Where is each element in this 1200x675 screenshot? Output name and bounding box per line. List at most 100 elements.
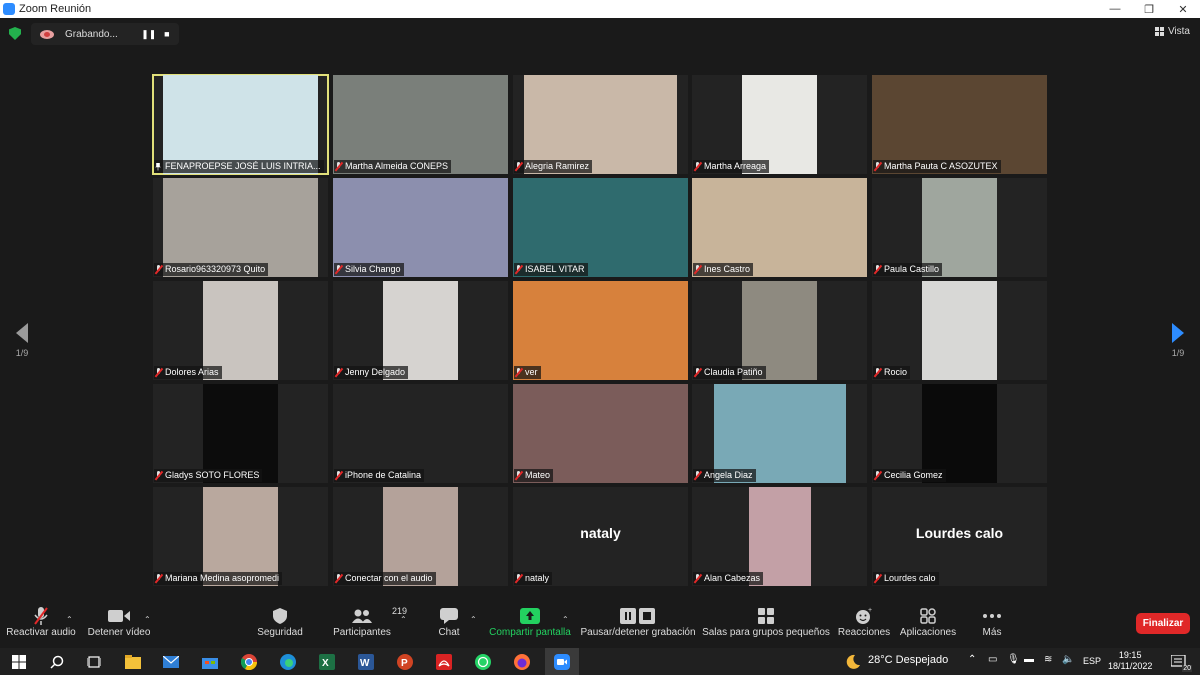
participant-tile[interactable]: Martha Arreaga: [692, 75, 867, 174]
chevron-up-icon[interactable]: ⌃: [470, 615, 477, 624]
firefox-icon[interactable]: [513, 653, 531, 671]
windows-start-icon[interactable]: [10, 653, 28, 671]
stop-video-button[interactable]: Detener vídeo ⌃: [87, 605, 151, 638]
participant-tile[interactable]: ISABEL VITAR: [513, 178, 688, 277]
microphone-muted-icon: [155, 368, 162, 377]
reactions-button[interactable]: + Reacciones: [838, 605, 890, 638]
end-meeting-button[interactable]: Finalizar: [1136, 613, 1190, 634]
participant-tile[interactable]: Gladys SOTO FLORES: [153, 384, 328, 483]
participant-name-label: Silvia Chango: [334, 263, 404, 276]
previous-page-button[interactable]: 1/9: [10, 323, 34, 358]
more-dots-icon: [983, 605, 1001, 627]
participant-name-label: Martha Arreaga: [693, 160, 770, 173]
participant-tile[interactable]: nataly nataly: [513, 487, 688, 586]
share-screen-label: Compartir pantalla: [489, 627, 571, 638]
stop-recording-icon[interactable]: ■: [158, 25, 176, 43]
unmute-audio-label: Reactivar audio: [6, 627, 76, 638]
participant-tile[interactable]: Alan Cabezas: [692, 487, 867, 586]
chevron-up-icon[interactable]: ⌃: [400, 615, 407, 624]
microphone-muted-icon: [874, 574, 881, 583]
meeting-area: Grabando... ❚❚ ■ Vista 1/9 1/9 FENAPROEP…: [0, 18, 1200, 602]
microphone-muted-icon: [335, 265, 342, 274]
participant-tile[interactable]: Cecilia Gomez: [872, 384, 1047, 483]
zoom-taskbar-icon[interactable]: [545, 648, 579, 675]
file-explorer-icon[interactable]: [124, 653, 142, 671]
display-icon[interactable]: ▭: [988, 654, 997, 665]
participant-tile[interactable]: Rosario963320973 Quito: [153, 178, 328, 277]
participant-tile[interactable]: Silvia Chango: [333, 178, 508, 277]
participant-tile[interactable]: Martha Almeida CONEPS: [333, 75, 508, 174]
participants-icon: 219: [352, 605, 407, 627]
view-button[interactable]: Vista: [1154, 26, 1190, 37]
battery-icon[interactable]: ▬: [1024, 654, 1034, 665]
participant-tile[interactable]: Jenny Delgado: [333, 281, 508, 380]
pause-stop-recording-button[interactable]: Pausar/detener grabación: [580, 605, 696, 638]
participant-tile[interactable]: iPhone de Catalina: [333, 384, 508, 483]
chevron-up-icon[interactable]: ⌃: [968, 654, 976, 665]
svg-text:W: W: [360, 658, 370, 669]
powerpoint-icon[interactable]: P: [396, 653, 414, 671]
participant-tile[interactable]: Claudia Patiño: [692, 281, 867, 380]
notification-center-icon[interactable]: 20: [1168, 653, 1192, 672]
stop-video-label: Detener vídeo: [87, 627, 151, 638]
security-button[interactable]: Seguridad: [254, 605, 306, 638]
chevron-up-icon[interactable]: ⌃: [144, 615, 151, 624]
close-button[interactable]: ✕: [1166, 3, 1200, 16]
acrobat-icon[interactable]: [435, 653, 453, 671]
minimize-button[interactable]: —: [1098, 3, 1132, 16]
edge-icon[interactable]: [279, 653, 297, 671]
microphone-muted-icon: [515, 368, 522, 377]
participant-name-label: Rocio: [873, 366, 911, 379]
pause-recording-icon[interactable]: ❚❚: [140, 25, 158, 43]
chevron-up-icon[interactable]: ⌃: [66, 615, 73, 624]
participant-tile[interactable]: FENAPROEPSE JOSÉ LUIS INTRIA...: [152, 74, 329, 175]
smiley-icon: +: [855, 605, 873, 627]
participant-tile[interactable]: Mariana Medina asopromedi: [153, 487, 328, 586]
participant-tile[interactable]: Lourdes calo Lourdes calo: [872, 487, 1047, 586]
more-button[interactable]: Más: [981, 605, 1003, 638]
whatsapp-icon[interactable]: [474, 653, 492, 671]
unmute-audio-button[interactable]: Reactivar audio ⌃: [6, 605, 76, 638]
participant-tile[interactable]: ver: [513, 281, 688, 380]
mail-icon[interactable]: [162, 653, 180, 671]
participant-name-label: Alan Cabezas: [693, 572, 764, 585]
participant-tile[interactable]: Alegria Ramirez: [513, 75, 688, 174]
chat-button[interactable]: Chat ⌃: [434, 605, 477, 638]
maximize-button[interactable]: ❐: [1132, 3, 1166, 16]
breakout-rooms-button[interactable]: Salas para grupos pequeños: [702, 605, 830, 638]
pause-stop-recording-label: Pausar/detener grabación: [580, 627, 696, 638]
participant-name-label: Conectar con el audio: [334, 572, 436, 585]
participant-tile[interactable]: Paula Castillo: [872, 178, 1047, 277]
participant-tile[interactable]: Martha Pauta C ASOZUTEX: [872, 75, 1047, 174]
participant-tile[interactable]: Ines Castro: [692, 178, 867, 277]
microphone-muted-icon: [515, 265, 522, 274]
participant-tile[interactable]: Mateo: [513, 384, 688, 483]
task-view-icon[interactable]: [85, 653, 103, 671]
participant-tile[interactable]: Conectar con el audio: [333, 487, 508, 586]
participants-button[interactable]: 219 Participantes ⌃: [333, 605, 407, 638]
participant-tile[interactable]: Rocio: [872, 281, 1047, 380]
participant-tile[interactable]: Angela Diaz: [692, 384, 867, 483]
apps-button[interactable]: Aplicaciones: [900, 605, 956, 638]
weather-text[interactable]: 28°C Despejado: [868, 654, 948, 666]
microphone-muted-icon: [515, 574, 522, 583]
chrome-icon[interactable]: [240, 653, 258, 671]
microphone-muted-icon: [694, 471, 701, 480]
input-language[interactable]: ESP: [1083, 656, 1101, 666]
share-screen-button[interactable]: Compartir pantalla ⌃: [489, 605, 571, 638]
microphone-icon[interactable]: 🎙: [1007, 654, 1020, 665]
word-icon[interactable]: W: [357, 653, 375, 671]
participant-tile[interactable]: Dolores Arias: [153, 281, 328, 380]
participant-name: Paula Castillo: [884, 264, 940, 274]
next-page-button[interactable]: 1/9: [1166, 323, 1190, 358]
chevron-up-icon[interactable]: ⌃: [562, 615, 569, 624]
excel-icon[interactable]: X: [318, 653, 336, 671]
search-icon[interactable]: [48, 653, 66, 671]
recording-indicator: Grabando... ❚❚ ■: [31, 23, 179, 45]
speaker-icon[interactable]: 🔈: [1062, 654, 1074, 665]
store-icon[interactable]: [201, 653, 219, 671]
shield-icon[interactable]: [9, 27, 21, 40]
participant-name: Lourdes calo: [884, 573, 936, 583]
wifi-icon[interactable]: ≋: [1044, 654, 1052, 665]
system-clock[interactable]: 19:15 18/11/2022: [1108, 650, 1152, 672]
